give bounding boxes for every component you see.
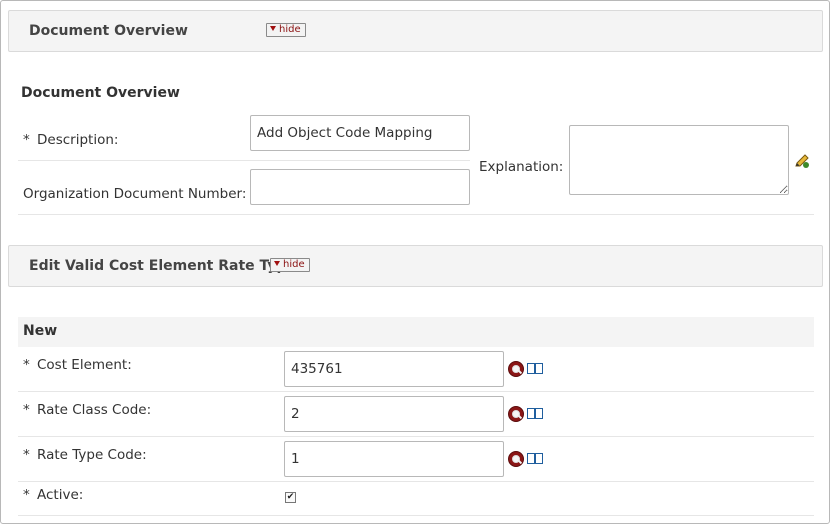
required-marker: * [23,487,30,503]
rate-type-code-input[interactable] [284,441,504,477]
triangle-down-icon [270,26,276,31]
row-divider [18,160,470,161]
rate-class-code-input[interactable] [284,396,504,432]
rate-type-code-label: * Rate Type Code: [23,447,147,463]
new-section-band: New [18,317,814,347]
row-divider [18,515,814,516]
active-label-text: Active: [37,487,84,503]
required-marker: * [23,447,30,463]
rate-type-code-search-icon[interactable] [508,451,524,467]
explanation-textarea[interactable] [569,125,789,195]
rate-type-code-label-text: Rate Type Code: [37,447,147,463]
description-label-text: Description: [37,132,119,148]
row-divider [18,481,814,482]
document-frame: Document Overview hide Document Overview… [0,0,830,524]
hide-button-label: hide [283,259,305,270]
cost-element-book-icon[interactable] [527,362,544,375]
rate-types-header: Edit Valid Cost Element Rate Types [8,245,823,287]
document-overview-hide-button[interactable]: hide [266,23,306,37]
required-marker: * [23,402,30,418]
rate-types-hide-button[interactable]: hide [270,258,310,272]
cost-element-label: * Cost Element: [23,357,132,373]
rate-type-code-book-icon[interactable] [527,452,544,465]
row-divider [18,391,814,392]
document-overview-subtitle: Document Overview [21,85,180,101]
required-marker: * [23,132,30,148]
rate-class-code-label: * Rate Class Code: [23,402,151,418]
row-divider [18,436,814,437]
description-input[interactable] [250,115,470,151]
rate-class-code-search-icon[interactable] [508,406,524,422]
document-overview-header: Document Overview [8,10,823,52]
cost-element-search-icon[interactable] [508,361,524,377]
document-overview-header-title: Document Overview [29,23,188,39]
org-doc-number-input[interactable] [250,169,470,205]
active-checkbox[interactable]: ✔ [285,492,296,503]
cost-element-input[interactable] [284,351,504,387]
explanation-label: Explanation: [479,159,564,175]
new-label: New [23,323,58,339]
hide-button-label: hide [279,24,301,35]
pencil-icon[interactable] [794,153,810,169]
rate-class-code-book-icon[interactable] [527,407,544,420]
section-divider [18,214,814,215]
rate-class-code-label-text: Rate Class Code: [37,402,152,418]
cost-element-label-text: Cost Element: [37,357,132,373]
description-label: * Description: [23,132,118,148]
triangle-down-icon [274,261,280,266]
required-marker: * [23,357,30,373]
active-label: * Active: [23,487,83,503]
rate-types-header-title: Edit Valid Cost Element Rate Types [29,258,305,274]
org-doc-number-label: Organization Document Number: [23,186,247,202]
